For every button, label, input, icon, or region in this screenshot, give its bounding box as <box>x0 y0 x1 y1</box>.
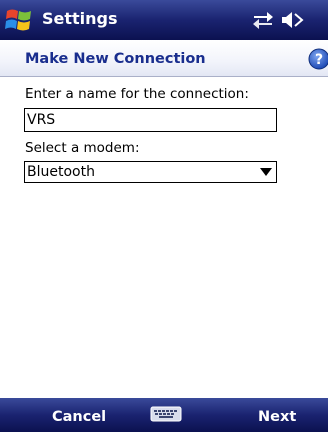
connection-name-input[interactable]: VRS <box>24 108 277 132</box>
svg-text:?: ? <box>315 52 323 68</box>
modem-label: Select a modem: <box>25 140 140 156</box>
connection-name-label: Enter a name for the connection: <box>25 86 249 102</box>
cancel-button[interactable]: Cancel <box>52 408 106 426</box>
page-title: Make New Connection <box>25 51 206 67</box>
modem-selected-value: Bluetooth <box>27 164 95 180</box>
volume-muted-icon[interactable] <box>280 9 304 31</box>
chevron-down-icon[interactable] <box>260 168 272 176</box>
next-button[interactable]: Next <box>258 408 296 426</box>
keyboard-icon[interactable] <box>150 404 182 424</box>
help-icon[interactable]: ? <box>308 48 328 70</box>
sync-arrows-icon[interactable] <box>252 10 274 30</box>
app-title: Settings <box>42 9 118 28</box>
windows-start-icon[interactable] <box>4 6 34 34</box>
softkey-bar: Cancel Next <box>0 398 328 432</box>
title-bar: Settings <box>0 0 328 40</box>
page-header: Make New Connection ? <box>0 40 328 77</box>
modem-select[interactable]: Bluetooth <box>24 161 277 183</box>
